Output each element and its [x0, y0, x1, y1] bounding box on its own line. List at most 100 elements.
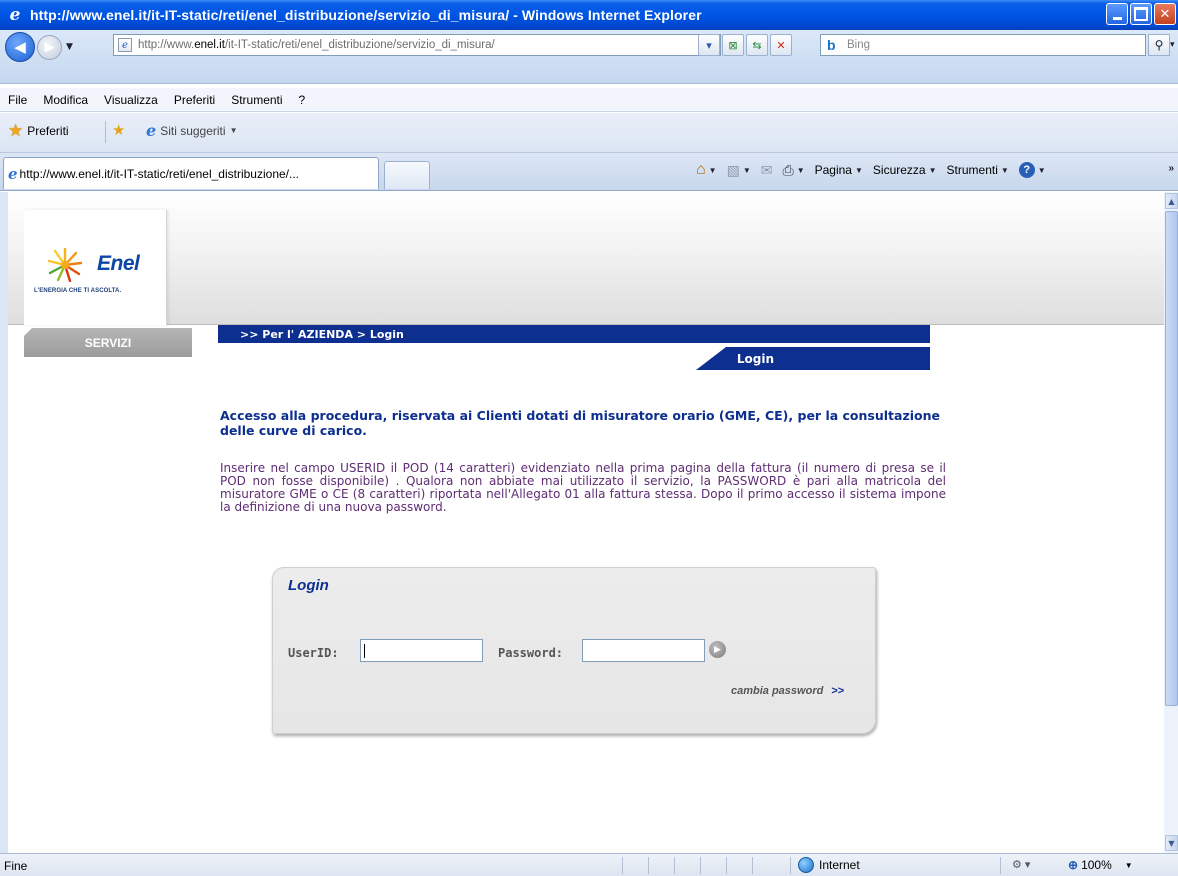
forward-button[interactable]: ▶	[37, 35, 62, 60]
suggested-sites-button[interactable]: e Siti suggeriti ▼	[146, 121, 237, 140]
security-menu[interactable]: Sicurezza ▼	[873, 163, 937, 177]
suggested-sites-label: Siti suggeriti	[160, 123, 226, 138]
printer-icon: ⎙	[782, 161, 794, 178]
status-divider	[1000, 857, 1001, 874]
site-header	[8, 192, 1164, 325]
menu-modifica[interactable]: Modifica	[35, 93, 96, 107]
enel-tagline: L'ENERGIA CHE TI ASCOLTA.	[34, 288, 122, 294]
bing-logo-icon: b	[827, 37, 836, 53]
compatibility-view-icon[interactable]: ⊠	[722, 34, 744, 56]
status-divider	[790, 857, 791, 874]
login-submit-button[interactable]: ▶	[709, 641, 726, 658]
intro-heading: Accesso alla procedura, riservata ai Cli…	[220, 408, 940, 438]
search-placeholder: Bing	[847, 39, 871, 51]
globe-icon	[798, 857, 814, 873]
password-input[interactable]	[582, 639, 705, 662]
address-buttons: ▾ ⊠ ⇆ ✕	[698, 34, 792, 56]
servizi-tab[interactable]: SERVIZI	[24, 328, 192, 357]
status-divider	[648, 857, 649, 874]
read-mail-button[interactable]: ✉	[761, 162, 773, 179]
status-divider	[726, 857, 727, 874]
tab-enel[interactable]: e http://www.enel.it/it-IT-static/reti/e…	[3, 157, 379, 189]
recent-pages-dropdown-icon[interactable]: ▼	[66, 42, 73, 52]
tools-menu[interactable]: Strumenti ▼	[947, 163, 1009, 177]
address-toolbar: ◀ ▶ ▼ e http://www. enel.it/it-IT-static/…	[0, 30, 1178, 84]
address-input[interactable]: e http://www. enel.it/it-IT-static/reti/e…	[113, 34, 721, 56]
menu-file[interactable]: File	[0, 93, 35, 107]
scroll-down-button[interactable]: ▼	[1165, 835, 1178, 851]
back-button[interactable]: ◀	[5, 32, 35, 62]
status-divider	[700, 857, 701, 874]
maximize-button[interactable]	[1130, 3, 1152, 25]
minimize-button[interactable]	[1106, 3, 1128, 25]
feeds-button[interactable]: ▧ ▼	[727, 162, 751, 179]
zoom-control[interactable]: ⊕ 100% ▼	[1068, 858, 1133, 872]
protected-mode-icon[interactable]: ⚙ ▾	[1012, 858, 1030, 871]
page-content: Enel L'ENERGIA CHE TI ASCOLTA. SERVIZI >…	[8, 192, 1164, 853]
change-password-label: cambia password	[731, 685, 824, 697]
address-dropdown-icon[interactable]: ▾	[698, 34, 720, 56]
menu-preferiti[interactable]: Preferiti	[166, 93, 223, 107]
status-divider	[752, 857, 753, 874]
chevron-down-icon: ▼	[1124, 860, 1133, 870]
menu-help[interactable]: ?	[291, 93, 314, 107]
search-options-dropdown-icon[interactable]: ▾	[1170, 40, 1175, 50]
status-text: Fine	[4, 859, 28, 873]
userid-input[interactable]	[360, 639, 483, 662]
favorites-bar: ★ Preferiti ★ e Siti suggeriti ▼	[0, 113, 1178, 153]
security-zone[interactable]: Internet	[798, 857, 860, 873]
favorites-label: Preferiti	[27, 124, 69, 138]
tab-row: e http://www.enel.it/it-IT-static/reti/e…	[0, 153, 1178, 191]
refresh-icon[interactable]: ⇆	[746, 34, 768, 56]
page-menu-label: Pagina	[814, 163, 852, 177]
url-prefix: http://www.	[138, 39, 195, 51]
close-button[interactable]	[1154, 3, 1176, 25]
enel-logo[interactable]: Enel L'ENERGIA CHE TI ASCOLTA.	[24, 210, 167, 325]
status-divider	[674, 857, 675, 874]
login-box: Login UserID: Password: ▶ cambia passwor…	[272, 567, 876, 734]
chevron-down-icon: ▼	[229, 126, 238, 135]
help-button[interactable]: ? ▼	[1018, 162, 1046, 178]
enel-sun-icon	[48, 248, 82, 282]
section-title: Login	[696, 347, 930, 370]
tab-label: http://www.enel.it/it-IT-static/reti/ene…	[19, 166, 299, 181]
rss-feed-icon: ▧	[726, 161, 740, 178]
favorites-button[interactable]: ★ Preferiti	[8, 121, 69, 141]
userid-label: UserID:	[288, 646, 339, 660]
menu-visualizza[interactable]: Visualizza	[96, 93, 166, 107]
change-password-arrows: >>	[831, 685, 845, 697]
page-menu[interactable]: Pagina ▼	[815, 163, 863, 177]
help-icon: ?	[1018, 162, 1035, 178]
command-bar: ⌂ ▼ ▧ ▼ ✉ ⎙ ▼ Pagina ▼ Sicurezza ▼ Strumenti ▼…	[696, 161, 1052, 179]
new-tab-button[interactable]	[384, 161, 430, 189]
search-icon[interactable]: ⚲	[1148, 34, 1170, 56]
zoom-icon: ⊕	[1068, 858, 1079, 872]
print-button[interactable]: ⎙ ▼	[782, 162, 804, 179]
more-commands-icon[interactable]: »	[1168, 163, 1174, 174]
search-input[interactable]: b Bing	[820, 34, 1146, 56]
security-menu-label: Sicurezza	[872, 163, 926, 177]
window-title: http://www.enel.it/it-IT-static/reti/ene…	[30, 7, 702, 23]
login-box-title: Login	[288, 577, 329, 594]
menu-strumenti[interactable]: Strumenti	[223, 93, 290, 107]
mail-icon: ✉	[760, 161, 773, 178]
window-controls	[1106, 3, 1176, 25]
zone-label: Internet	[819, 858, 860, 872]
url-domain: enel.it	[194, 39, 225, 51]
ie-page-icon: e	[146, 121, 157, 140]
home-button[interactable]: ⌂ ▼	[696, 161, 717, 179]
window-title-bar[interactable]: e http://www.enel.it/it-IT-static/reti/e…	[0, 0, 1178, 30]
zoom-label: 100%	[1081, 858, 1112, 872]
stop-icon[interactable]: ✕	[770, 34, 792, 56]
star-icon: ★	[8, 121, 24, 140]
favorites-separator	[105, 121, 106, 143]
change-password-link[interactable]: cambia password >>	[731, 685, 844, 697]
page-icon: e	[118, 38, 132, 52]
frame-left-border	[0, 192, 8, 853]
add-to-favorites-bar-icon[interactable]: ★	[112, 121, 125, 139]
scrollbar-thumb[interactable]	[1165, 211, 1178, 706]
status-bar: Fine Internet ⚙ ▾ ⊕ 100% ▼	[0, 853, 1178, 876]
scroll-up-button[interactable]: ▲	[1165, 193, 1178, 209]
home-icon: ⌂	[696, 161, 706, 178]
tools-menu-label: Strumenti	[946, 163, 998, 177]
